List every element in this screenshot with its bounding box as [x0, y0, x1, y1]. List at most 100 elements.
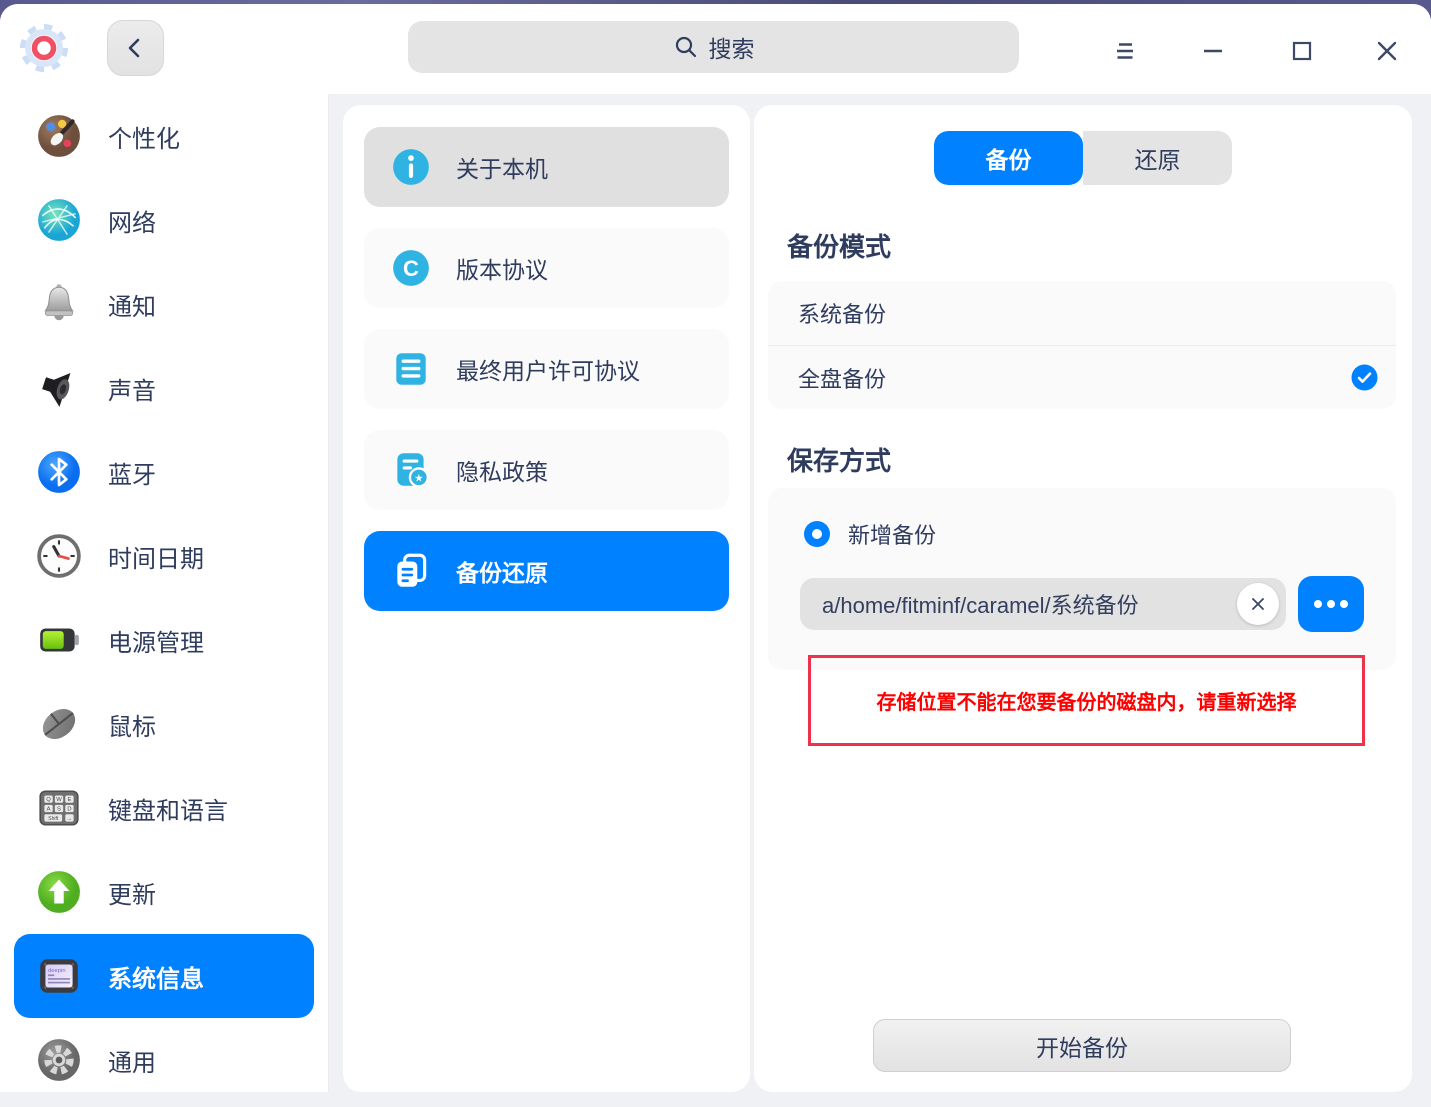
option-system-backup[interactable]: 系统备份	[768, 281, 1396, 345]
sidebar-item-system-info[interactable]: deepin 系统信息	[14, 934, 314, 1018]
tab-label: 还原	[1134, 147, 1181, 173]
check-icon	[1351, 364, 1378, 391]
back-chevron-icon	[128, 38, 139, 58]
backup-restore-panel: 备份 还原 备份模式 系统备份 全盘备份 保存方式 新增备份 a/home/fi…	[754, 105, 1412, 1092]
sidebar-item-label: 键盘和语言	[108, 797, 228, 825]
sidebar-item-label: 电源管理	[108, 629, 204, 657]
menu-item-about-machine[interactable]: 关于本机	[364, 127, 729, 207]
radio-selected-icon[interactable]	[804, 521, 830, 547]
svg-text:→: →	[67, 816, 73, 822]
bluetooth-icon	[38, 451, 80, 493]
backup-mode-group: 系统备份 全盘备份	[768, 281, 1396, 409]
clear-path-button[interactable]	[1237, 583, 1279, 625]
sidebar-item-mouse[interactable]: 鼠标	[0, 682, 328, 766]
menu-item-label: 隐私政策	[456, 459, 548, 485]
svg-text:★: ★	[414, 473, 423, 485]
backup-restore-tabs: 备份 还原	[934, 131, 1232, 185]
error-message: 存储位置不能在您要备份的磁盘内，请重新选择	[876, 692, 1297, 714]
error-highlight-box: 存储位置不能在您要备份的磁盘内，请重新选择	[808, 655, 1365, 746]
sidebar-item-label: 更新	[108, 881, 156, 909]
option-label: 全盘备份	[798, 366, 887, 392]
titlebar: 搜索	[0, 4, 1431, 94]
backup-path-value: a/home/fitminf/caramel/系统备份	[822, 593, 1139, 618]
menu-item-label: 备份还原	[456, 560, 548, 586]
sidebar-item-datetime[interactable]: 时间日期	[0, 514, 328, 598]
sidebar-item-notifications[interactable]: 通知	[0, 262, 328, 346]
search-placeholder: 搜索	[708, 36, 755, 62]
maximize-button[interactable]	[1279, 28, 1325, 74]
system-info-menu: 关于本机 C 版本协议 最终用户许可协议 ★ 隐私政策 备份还原	[343, 105, 750, 1092]
svg-text:D: D	[67, 806, 71, 812]
bell-icon	[44, 284, 74, 321]
close-button[interactable]	[1364, 28, 1410, 74]
speaker-icon	[42, 373, 71, 407]
new-backup-radio-row[interactable]: 新增备份	[804, 518, 936, 550]
tab-backup[interactable]: 备份	[934, 131, 1083, 185]
minimize-button[interactable]	[1190, 28, 1236, 74]
sidebar-item-label: 通用	[108, 1049, 156, 1077]
menu-item-version-agreement[interactable]: C 版本协议	[364, 228, 729, 308]
svg-text:S: S	[57, 806, 61, 812]
option-full-disk-backup[interactable]: 全盘备份	[768, 345, 1396, 409]
clock-icon	[37, 534, 81, 578]
sidebar-item-update[interactable]: 更新	[0, 850, 328, 934]
save-method-title: 保存方式	[787, 446, 892, 476]
sidebar-item-sound[interactable]: 声音	[0, 346, 328, 430]
backup-docs-icon	[397, 553, 427, 587]
settings-window: 搜索 个性化 网络 通知 声音 蓝牙 时间日期 电源管理 鼠标 Q W E A …	[0, 4, 1431, 1107]
keyboard-icon: QWE ASD Shift →	[39, 790, 79, 826]
sidebar-item-label: 通知	[108, 293, 156, 321]
menu-item-label: 最终用户许可协议	[456, 358, 640, 384]
sidebar-item-general[interactable]: 通用	[0, 1018, 328, 1102]
tab-label: 备份	[985, 147, 1032, 173]
ellipsis-icon	[1314, 600, 1322, 608]
save-method-card: 新增备份 a/home/fitminf/caramel/系统备份	[768, 488, 1396, 670]
menu-item-backup-restore[interactable]: 备份还原	[364, 531, 729, 611]
svg-text:E: E	[68, 797, 72, 803]
back-button[interactable]	[107, 20, 164, 76]
svg-text:Q: Q	[46, 797, 51, 803]
maximize-icon	[1292, 41, 1312, 61]
start-backup-button[interactable]: 开始备份	[873, 1019, 1291, 1072]
mouse-icon	[42, 708, 76, 740]
backup-path-input[interactable]: a/home/fitminf/caramel/系统备份	[800, 578, 1286, 630]
copyright-icon: C	[393, 250, 429, 286]
sidebar-item-label: 网络	[108, 209, 156, 237]
sidebar-item-label: 蓝牙	[108, 461, 156, 489]
network-globe-icon	[38, 199, 80, 241]
tab-restore[interactable]: 还原	[1083, 131, 1232, 185]
search-input[interactable]: 搜索	[408, 21, 1019, 73]
svg-text:A: A	[47, 806, 51, 812]
minimize-icon	[1204, 49, 1222, 53]
close-icon	[1377, 41, 1397, 61]
start-backup-label: 开始备份	[1036, 1034, 1128, 1061]
sidebar-item-label: 个性化	[108, 125, 180, 153]
update-arrow-icon	[38, 871, 80, 913]
sidebar-item-label: 声音	[108, 377, 156, 405]
menu-item-eula[interactable]: 最终用户许可协议	[364, 329, 729, 409]
svg-text:deepin: deepin	[48, 968, 66, 974]
sidebar-item-power[interactable]: 电源管理	[0, 598, 328, 682]
sidebar-item-personalization[interactable]: 个性化	[0, 94, 328, 178]
sidebar: 个性化 网络 通知 声音 蓝牙 时间日期 电源管理 鼠标 Q W E A S D…	[0, 94, 329, 1092]
battery-icon	[40, 628, 79, 652]
svg-text:C: C	[403, 256, 419, 281]
menu-item-label: 关于本机	[456, 156, 548, 182]
browse-path-button[interactable]	[1298, 576, 1364, 632]
sidebar-item-keyboard-language[interactable]: QWE ASD Shift → 键盘和语言	[0, 766, 328, 850]
document-icon	[396, 353, 426, 385]
sidebar-item-bluetooth[interactable]: 蓝牙	[0, 430, 328, 514]
menu-item-label: 版本协议	[456, 257, 548, 283]
menu-item-privacy-policy[interactable]: ★ 隐私政策	[364, 430, 729, 510]
svg-text:W: W	[56, 797, 62, 803]
backup-mode-title: 备份模式	[787, 232, 892, 262]
sidebar-item-network[interactable]: 网络	[0, 178, 328, 262]
sidebar-item-label: 鼠标	[108, 713, 156, 741]
window-menu-button[interactable]	[1102, 28, 1148, 74]
deepin-chip-icon: deepin	[40, 959, 78, 993]
sidebar-item-label: 时间日期	[108, 545, 204, 573]
sidebar-item-label: 系统信息	[108, 965, 204, 993]
info-icon	[393, 149, 429, 185]
control-center-logo-icon	[16, 20, 72, 76]
palette-icon	[38, 115, 80, 157]
